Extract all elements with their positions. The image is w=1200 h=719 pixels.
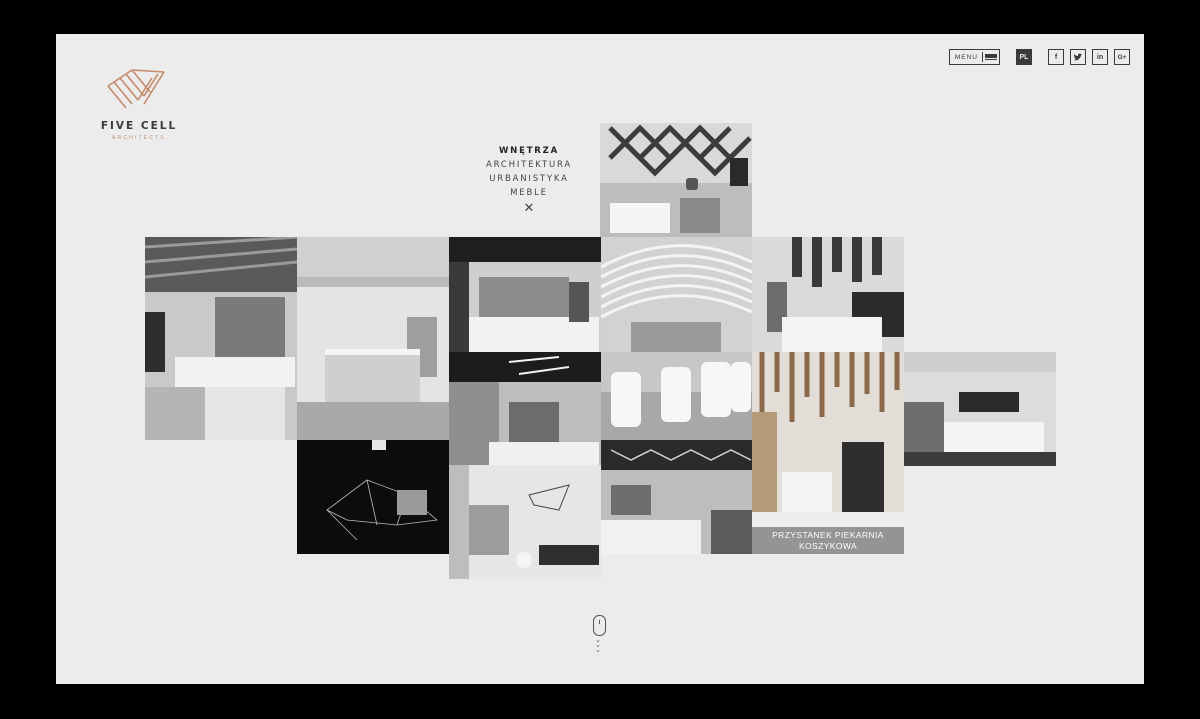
category-wnetrza[interactable]: WNĘTRZA [464, 144, 594, 158]
project-photo [449, 465, 601, 579]
twitter-icon[interactable] [1070, 49, 1086, 65]
brand-name: FIVE CELL [100, 120, 178, 132]
language-button[interactable]: PL [1016, 49, 1032, 65]
project-photo [297, 440, 449, 554]
project-tile[interactable] [449, 465, 601, 579]
close-icon[interactable]: ✕ [464, 202, 594, 216]
project-tile[interactable] [449, 352, 601, 465]
project-photo [297, 237, 449, 440]
linkedin-icon[interactable]: in [1092, 49, 1108, 65]
project-photo [904, 352, 1056, 466]
category-architektura[interactable]: ARCHITEKTURA [464, 158, 594, 172]
menu-label: MENU [954, 53, 978, 61]
project-photo [752, 352, 904, 554]
project-photo [601, 237, 752, 352]
logo[interactable]: FIVE CELL ARCHITECTS [80, 68, 180, 148]
project-tile[interactable] [297, 237, 449, 440]
category-urbanistyka[interactable]: URBANISTYKA [464, 172, 594, 186]
project-photo [752, 237, 904, 352]
project-tile[interactable] [145, 237, 297, 440]
project-tile[interactable] [601, 440, 752, 554]
project-caption-line2: KOSZYKOWA [798, 540, 858, 551]
scroll-hint[interactable]: ⌄ ⌄ ⌄ [593, 615, 607, 654]
project-tile[interactable] [297, 440, 449, 554]
logo-mark-icon [107, 69, 165, 109]
project-tile[interactable] [904, 352, 1056, 466]
category-meble[interactable]: MEBLE [464, 186, 594, 200]
project-caption: PRZYSTANEK PIEKARNIA KOSZYKOWA [752, 527, 904, 554]
project-tile[interactable] [600, 123, 752, 238]
hamburger-icon [982, 52, 997, 62]
project-photo [449, 237, 601, 352]
facebook-icon[interactable]: f [1048, 49, 1064, 65]
project-tile[interactable] [601, 237, 752, 352]
project-tile[interactable] [601, 352, 752, 440]
category-menu: WNĘTRZA ARCHITEKTURA URBANISTYKA MEBLE ✕ [464, 144, 594, 216]
chevron-down-icon: ⌄ ⌄ ⌄ [595, 637, 601, 654]
brand-subtitle: ARCHITECTS [112, 135, 166, 141]
top-nav: MENU PL f in G+ [948, 49, 1130, 65]
project-tile[interactable] [752, 237, 904, 352]
project-photo [601, 440, 752, 554]
mouse-scroll-icon [593, 615, 606, 636]
project-photo [145, 237, 297, 440]
project-photo [449, 352, 601, 465]
project-tile[interactable]: PRZYSTANEK PIEKARNIA KOSZYKOWA [752, 352, 904, 554]
browser-screen: FIVE CELL ARCHITECTS MENU PL f in G+ WNĘ… [56, 34, 1144, 684]
menu-button[interactable]: MENU [948, 49, 1000, 65]
project-tile[interactable] [449, 237, 601, 352]
project-photo [600, 123, 752, 238]
project-caption-line1: PRZYSTANEK PIEKARNIA [772, 529, 884, 540]
google-plus-icon[interactable]: G+ [1114, 49, 1130, 65]
project-photo [601, 352, 752, 440]
